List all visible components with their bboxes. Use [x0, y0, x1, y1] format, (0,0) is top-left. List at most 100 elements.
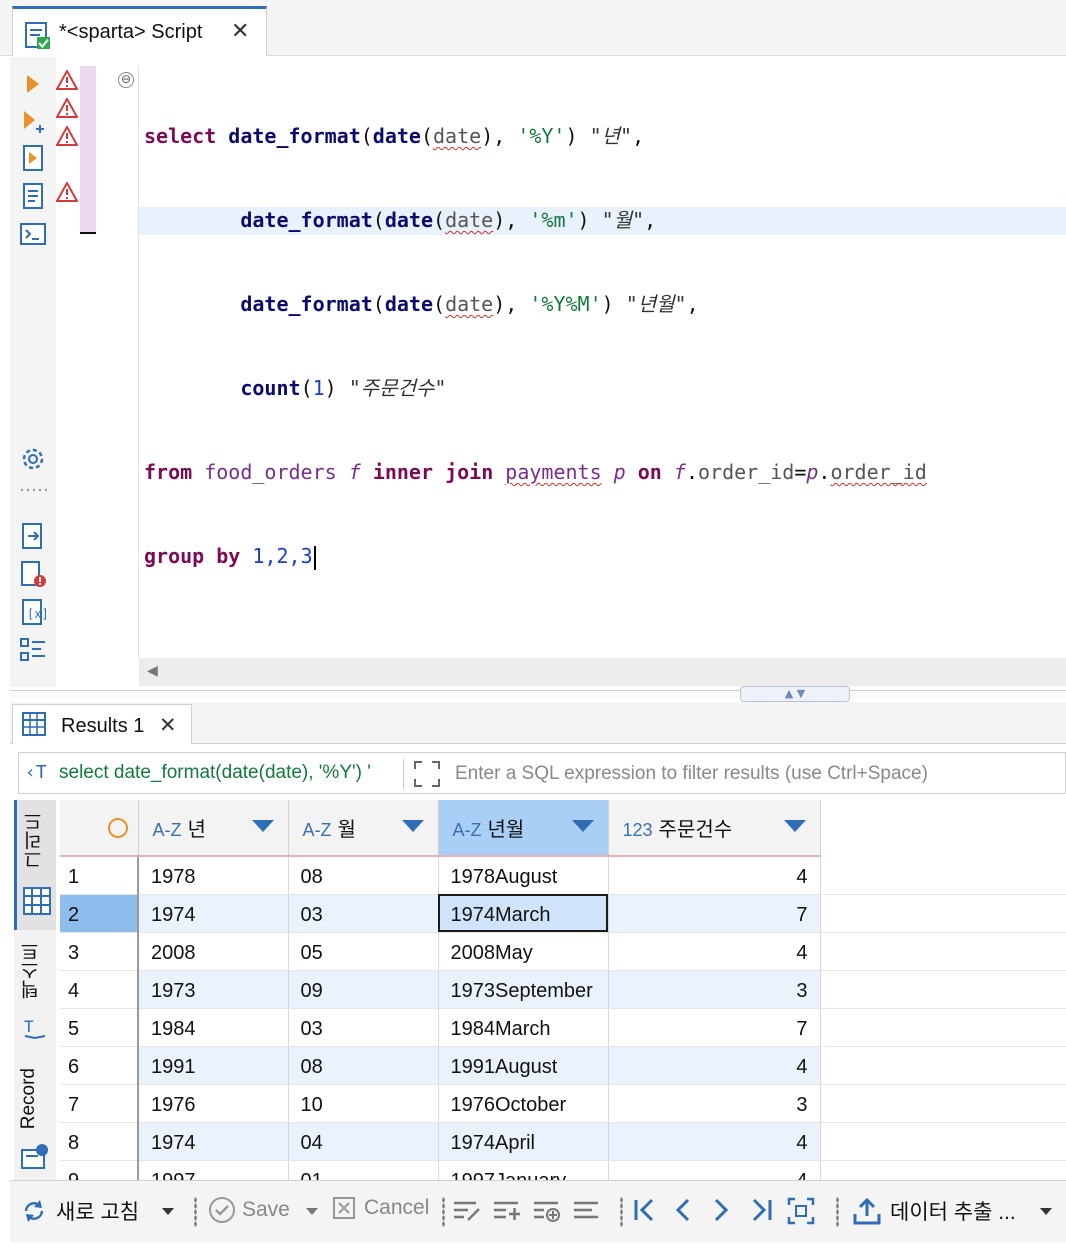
grid-view-tab[interactable]: 그리드 — [14, 800, 56, 930]
warning-icon[interactable] — [56, 126, 78, 146]
previous-page-button[interactable] — [672, 1196, 694, 1224]
text-view-tab[interactable]: 텍스트 T — [14, 936, 56, 1046]
cell-yearmonth[interactable]: 1991August — [438, 1046, 609, 1085]
row-number[interactable]: 2 — [60, 894, 139, 933]
export-data-button[interactable]: 데이터 추출 ... — [852, 1196, 1016, 1226]
cell-order-count[interactable]: 4 — [608, 1046, 821, 1085]
cell-year[interactable]: 1976 — [138, 1084, 289, 1123]
editor-horizontal-scrollbar[interactable]: ◀ — [139, 658, 1066, 686]
row-number[interactable]: 6 — [60, 1046, 139, 1085]
scroll-left-icon[interactable]: ◀ — [147, 663, 158, 679]
record-view-tab[interactable]: Record — [14, 1062, 56, 1180]
cell-yearmonth[interactable]: 1984March — [438, 1008, 609, 1047]
table-row[interactable]: 4 1973 09 1973September 3 — [60, 970, 1066, 1009]
column-header-yearmonth[interactable]: A-Z 년월 — [438, 800, 609, 857]
close-icon[interactable]: ✕ — [231, 19, 249, 44]
table-row[interactable]: 9 1997 01 1997January 4 — [60, 1160, 1066, 1180]
variables-icon[interactable]: [x] — [18, 597, 48, 627]
row-number[interactable]: 7 — [60, 1084, 139, 1123]
next-page-button[interactable] — [710, 1196, 732, 1224]
table-row[interactable]: 7 1976 10 1976October 3 — [60, 1084, 1066, 1123]
save-button[interactable]: Save — [208, 1196, 290, 1224]
sort-filter-icon[interactable] — [571, 820, 594, 832]
cell-year[interactable]: 2008 — [138, 932, 289, 971]
expand-filter-icon[interactable] — [411, 758, 443, 790]
row-number[interactable]: 9 — [60, 1160, 139, 1180]
select-all-icon[interactable] — [107, 818, 128, 838]
warning-icon[interactable] — [56, 98, 78, 118]
cell-month[interactable]: 09 — [288, 970, 439, 1009]
save-dropdown[interactable] — [306, 1208, 318, 1215]
row-number[interactable]: 3 — [60, 932, 139, 971]
execute-statement-icon[interactable] — [18, 69, 48, 99]
column-header-month[interactable]: A-Z 월 — [288, 800, 439, 857]
cell-year[interactable]: 1974 — [138, 894, 289, 933]
close-icon[interactable]: ✕ — [159, 713, 177, 737]
cell-year[interactable]: 1984 — [138, 1008, 289, 1047]
cell-order-count[interactable]: 4 — [608, 932, 821, 971]
column-header-year[interactable]: A-Z 년 — [138, 800, 289, 857]
table-row[interactable]: 1 1978 08 1978August 4 — [60, 856, 1066, 895]
cell-order-count[interactable]: 3 — [608, 970, 821, 1009]
cell-yearmonth[interactable]: 1973September — [438, 970, 609, 1009]
maximize-restore-handle[interactable]: ▲ ▼ — [740, 686, 850, 702]
cell-month[interactable]: 08 — [288, 1046, 439, 1085]
row-number[interactable]: 4 — [60, 970, 139, 1009]
cell-yearmonth[interactable]: 1976October — [438, 1084, 609, 1123]
cell-month[interactable]: 01 — [288, 1160, 439, 1180]
table-row[interactable]: 3 2008 05 2008May 4 — [60, 932, 1066, 971]
sort-filter-icon[interactable] — [401, 820, 424, 832]
cell-order-count[interactable]: 3 — [608, 1084, 821, 1123]
export-to-file-icon[interactable] — [18, 521, 48, 551]
cell-year[interactable]: 1974 — [138, 1122, 289, 1161]
table-row[interactable]: 8 1974 04 1974April 4 — [60, 1122, 1066, 1161]
cancel-button[interactable]: Cancel — [332, 1196, 429, 1220]
row-number[interactable]: 8 — [60, 1122, 139, 1161]
cell-order-count[interactable]: 4 — [608, 1122, 821, 1161]
cell-order-count[interactable]: 4 — [608, 1160, 821, 1180]
script-tab[interactable]: *<sparta> Script ✕ — [12, 6, 267, 56]
gear-icon[interactable] — [18, 444, 48, 474]
cell-year[interactable]: 1978 — [138, 856, 289, 895]
problems-icon[interactable] — [18, 559, 48, 589]
row-number[interactable]: 1 — [60, 856, 139, 895]
cell-order-count[interactable]: 4 — [608, 856, 821, 895]
table-row[interactable]: 6 1991 08 1991August 4 — [60, 1046, 1066, 1085]
cell-yearmonth[interactable]: 1974April — [438, 1122, 609, 1161]
cell-month[interactable]: 08 — [288, 856, 439, 895]
cell-yearmonth[interactable]: 2008May — [438, 932, 609, 971]
execute-in-new-tab-icon[interactable] — [18, 107, 48, 137]
cell-month[interactable]: 03 — [288, 1008, 439, 1047]
sort-filter-icon[interactable] — [251, 820, 274, 832]
cell-month[interactable]: 10 — [288, 1084, 439, 1123]
warning-icon[interactable] — [56, 70, 78, 90]
refresh-dropdown[interactable] — [162, 1208, 174, 1215]
cell-yearmonth[interactable]: 1978August — [438, 856, 609, 895]
cell-order-count[interactable]: 7 — [608, 894, 821, 933]
delete-row-button[interactable] — [572, 1196, 602, 1224]
table-row[interactable]: 2 1974 03 1974March 7 — [60, 894, 1066, 933]
add-row-button[interactable] — [492, 1196, 522, 1224]
results-grid[interactable]: A-Z 년 A-Z 월 A-Z 년월 123 주문건수 1 1978 08 1978Au… — [60, 800, 1066, 1180]
cell-order-count[interactable]: 7 — [608, 1008, 821, 1047]
edit-row-button[interactable] — [452, 1196, 482, 1224]
results-tab[interactable]: Results 1 ✕ — [12, 704, 192, 744]
filter-input[interactable]: Enter a SQL expression to filter results… — [455, 763, 928, 785]
explain-plan-icon[interactable] — [18, 181, 48, 211]
sort-filter-icon[interactable] — [783, 820, 806, 832]
refresh-button[interactable]: 새로 고침 — [20, 1196, 139, 1226]
first-page-button[interactable] — [632, 1196, 658, 1224]
export-dropdown[interactable] — [1040, 1208, 1052, 1215]
last-page-button[interactable] — [748, 1196, 774, 1224]
fold-toggle-icon[interactable]: ⊖ — [118, 72, 134, 88]
cell-yearmonth-focused[interactable]: 1974March — [438, 894, 609, 933]
panel-splitter[interactable] — [10, 690, 1066, 698]
column-header-order-count[interactable]: 123 주문건수 — [608, 800, 821, 857]
execute-script-icon[interactable] — [18, 143, 48, 173]
cell-month[interactable]: 03 — [288, 894, 439, 933]
fetch-page-button[interactable] — [786, 1196, 816, 1226]
warning-icon[interactable] — [56, 182, 78, 202]
cell-month[interactable]: 04 — [288, 1122, 439, 1161]
cell-year[interactable]: 1991 — [138, 1046, 289, 1085]
copy-row-button[interactable] — [532, 1196, 562, 1224]
